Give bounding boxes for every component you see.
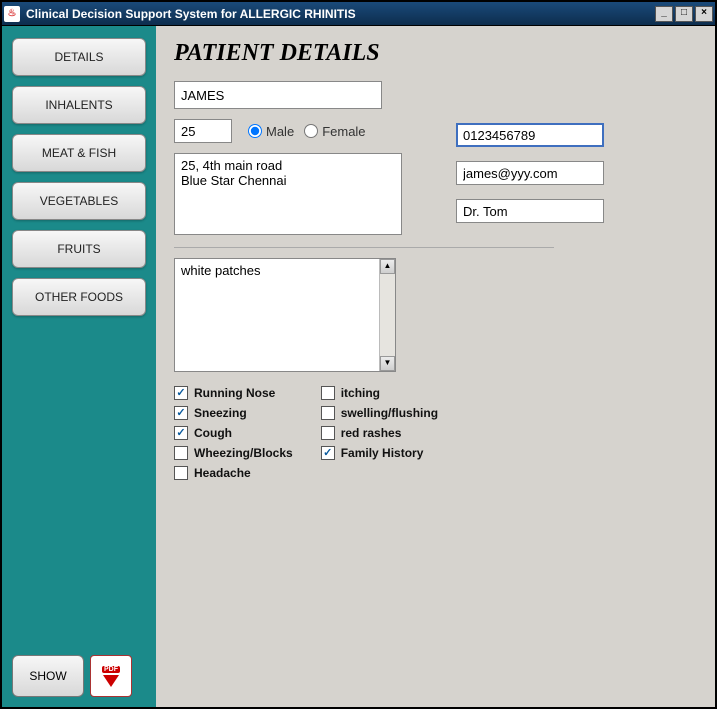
symptom-label: Wheezing/Blocks (194, 446, 293, 460)
sidebar: DETAILS INHALENTS MEAT & FISH VEGETABLES… (2, 26, 156, 707)
titlebar: ♨ Clinical Decision Support System for A… (2, 2, 715, 26)
gender-female[interactable]: Female (304, 124, 365, 139)
pdf-icon[interactable]: PDF (90, 655, 132, 697)
gender-female-radio[interactable] (304, 124, 318, 138)
symptom-sneezing[interactable]: ✓ Sneezing (174, 406, 293, 420)
separator (174, 247, 554, 248)
symptom-headache[interactable]: Headache (174, 466, 293, 480)
symptoms-textarea[interactable] (175, 259, 379, 371)
age-input[interactable] (174, 119, 232, 143)
checkbox-icon[interactable] (174, 446, 188, 460)
app-window: ♨ Clinical Decision Support System for A… (0, 0, 717, 709)
symptom-family-history[interactable]: ✓ Family History (321, 446, 438, 460)
gender-male-radio[interactable] (248, 124, 262, 138)
sidebar-item-fruits[interactable]: FRUITS (12, 230, 146, 268)
symptom-label: Cough (194, 426, 232, 440)
sidebar-item-meat-fish[interactable]: MEAT & FISH (12, 134, 146, 172)
scrollbar[interactable]: ▲ ▼ (379, 259, 395, 371)
doctor-input[interactable] (456, 199, 604, 223)
symptom-label: Headache (194, 466, 251, 480)
address-input[interactable] (174, 153, 402, 235)
content-area: DETAILS INHALENTS MEAT & FISH VEGETABLES… (2, 26, 715, 707)
scroll-up-button[interactable]: ▲ (380, 259, 395, 274)
symptom-label: red rashes (341, 426, 402, 440)
sidebar-item-details[interactable]: DETAILS (12, 38, 146, 76)
symptom-label: Family History (341, 446, 424, 460)
checkbox-icon[interactable]: ✓ (321, 446, 335, 460)
checkbox-icon[interactable]: ✓ (174, 406, 188, 420)
symptom-wheezing-blocks[interactable]: Wheezing/Blocks (174, 446, 293, 460)
sidebar-item-vegetables[interactable]: VEGETABLES (12, 182, 146, 220)
checkbox-icon[interactable] (321, 406, 335, 420)
minimize-button[interactable]: _ (655, 6, 673, 22)
symptom-red-rashes[interactable]: red rashes (321, 426, 438, 440)
symptom-cough[interactable]: ✓ Cough (174, 426, 293, 440)
gender-female-label: Female (322, 124, 365, 139)
symptom-label: Sneezing (194, 406, 247, 420)
maximize-button[interactable]: □ (675, 6, 693, 22)
symptom-label: swelling/flushing (341, 406, 438, 420)
sidebar-item-inhalents[interactable]: INHALENTS (12, 86, 146, 124)
page-title: PATIENT DETAILS (174, 40, 697, 67)
gender-group: Male Female (248, 124, 366, 139)
gender-male[interactable]: Male (248, 124, 294, 139)
symptom-label: itching (341, 386, 380, 400)
symptom-checkboxes: ✓ Running Nose ✓ Sneezing ✓ Cough Wheezing/Blo… (174, 386, 697, 480)
sidebar-item-other-foods[interactable]: OTHER FOODS (12, 278, 146, 316)
symptom-col-2: itching swelling/flushing red rashes ✓ Famil… (321, 386, 438, 480)
window-controls: _ □ × (655, 6, 713, 22)
symptom-swelling-flushing[interactable]: swelling/flushing (321, 406, 438, 420)
symptoms-textarea-wrap: ▲ ▼ (174, 258, 396, 372)
gender-male-label: Male (266, 124, 294, 139)
checkbox-icon[interactable] (174, 466, 188, 480)
symptom-label: Running Nose (194, 386, 275, 400)
checkbox-icon[interactable] (321, 386, 335, 400)
symptom-itching[interactable]: itching (321, 386, 438, 400)
show-button[interactable]: SHOW (12, 655, 84, 697)
checkbox-icon[interactable] (321, 426, 335, 440)
name-input[interactable] (174, 81, 382, 109)
phone-input[interactable] (456, 123, 604, 147)
right-column (456, 123, 604, 223)
close-button[interactable]: × (695, 6, 713, 22)
symptom-running-nose[interactable]: ✓ Running Nose (174, 386, 293, 400)
sidebar-bottom: SHOW PDF (12, 655, 132, 697)
checkbox-icon[interactable]: ✓ (174, 426, 188, 440)
scroll-down-button[interactable]: ▼ (380, 356, 395, 371)
email-input[interactable] (456, 161, 604, 185)
java-icon: ♨ (4, 6, 20, 22)
window-title: Clinical Decision Support System for ALL… (26, 7, 655, 21)
checkbox-icon[interactable]: ✓ (174, 386, 188, 400)
main-panel: PATIENT DETAILS Male Female (156, 26, 715, 707)
symptom-col-1: ✓ Running Nose ✓ Sneezing ✓ Cough Wheezing/Blo… (174, 386, 293, 480)
